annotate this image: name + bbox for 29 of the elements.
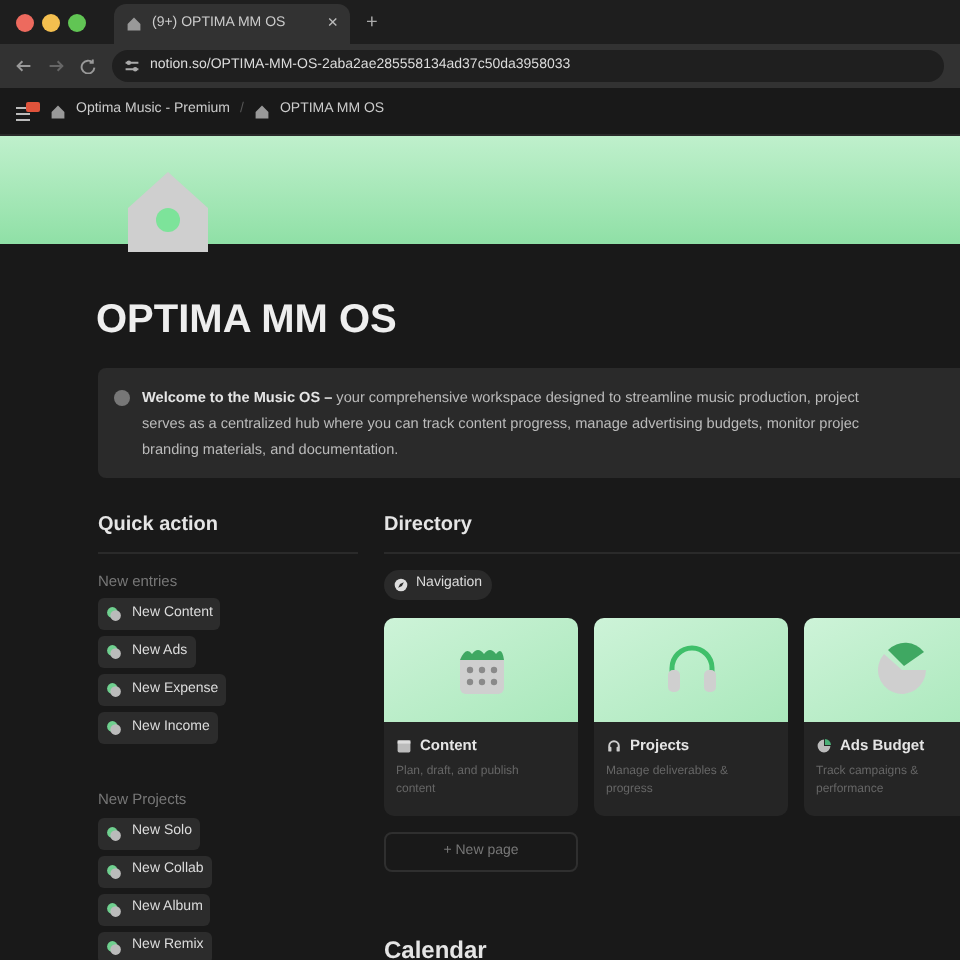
compass-icon — [394, 578, 408, 592]
page-title: OPTIMA MM OS — [96, 296, 399, 344]
coins-icon — [106, 720, 122, 737]
coins-icon — [106, 901, 122, 917]
quick-action-heading: Quick action — [98, 510, 358, 554]
calendar-heading: Calendar — [384, 934, 489, 960]
house-icon — [253, 103, 270, 119]
bullet-icon — [114, 390, 130, 406]
back-icon[interactable] — [16, 58, 32, 74]
site-settings-icon — [124, 58, 140, 74]
new-tab-button[interactable]: + — [366, 7, 378, 37]
coins-icon — [106, 939, 122, 955]
menu-icon[interactable] — [16, 101, 40, 121]
coins-icon — [106, 682, 122, 699]
minimize-window-icon[interactable] — [42, 13, 60, 31]
pie-chart-icon — [816, 737, 832, 754]
coins-icon — [106, 863, 122, 879]
coins-icon — [106, 825, 122, 841]
house-icon — [126, 16, 142, 32]
maximize-window-icon[interactable] — [68, 13, 86, 31]
reload-icon[interactable] — [80, 58, 96, 74]
coins-icon — [106, 644, 122, 661]
calendar-icon — [396, 737, 412, 754]
close-window-icon[interactable] — [16, 13, 34, 31]
close-tab-button[interactable]: × — [327, 10, 338, 38]
directory-heading: Directory — [384, 510, 960, 554]
coins-icon — [106, 606, 122, 623]
house-icon — [50, 103, 66, 119]
headphones-icon — [606, 737, 622, 754]
